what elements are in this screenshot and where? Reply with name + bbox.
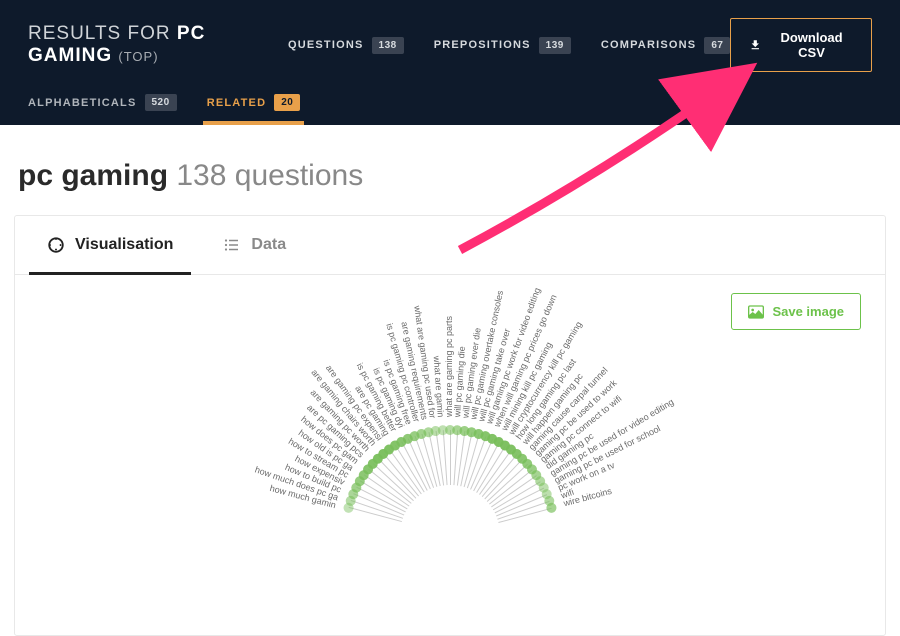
viz-spoke[interactable]: will cryptocurrency kill pc gaming xyxy=(450,535,451,536)
viz-spoke[interactable]: gaming pc be used to work xyxy=(450,535,451,536)
viz-spoke[interactable]: are gaming pc worth xyxy=(450,534,451,535)
download-csv-button[interactable]: Download CSV xyxy=(730,18,872,72)
viz-spoke[interactable]: did gaming pc xyxy=(450,535,451,536)
viz-spoke[interactable]: will happen gaming pc xyxy=(450,535,451,536)
viz-spoke[interactable]: how to stream pc xyxy=(450,534,451,535)
page-title: pc gaming 138 questions xyxy=(14,159,886,193)
subtab-related[interactable]: RELATED 20 xyxy=(207,94,301,125)
viz-spoke[interactable]: gaming pc be used for video editing xyxy=(450,535,451,536)
viz-spoke[interactable]: are pc gaming xyxy=(450,534,451,535)
viz-spoke[interactable]: how does pc gam xyxy=(450,534,451,535)
nav-prepositions[interactable]: PREPOSITIONS 139 xyxy=(434,37,571,54)
nav-questions[interactable]: QUESTIONS 138 xyxy=(288,37,404,54)
viz-spoke[interactable]: how old is pc ga xyxy=(450,534,451,535)
viz-spoke[interactable]: gaming pc connect to wifi xyxy=(450,535,451,536)
results-title: RESULTS FOR PC GAMING (TOP) xyxy=(28,23,268,67)
viz-spoke[interactable]: are gaming chairs worth xyxy=(450,534,451,535)
viz-spoke[interactable]: gaming cause carpal tunnel xyxy=(450,535,451,536)
radial-visualisation[interactable]: how much gamin how much does pc ga how t… xyxy=(130,215,770,636)
visualisation-icon xyxy=(47,236,65,254)
subtab-alphabeticals[interactable]: ALPHABETICALS 520 xyxy=(28,94,177,125)
download-icon xyxy=(749,38,762,52)
nav-comparisons[interactable]: COMPARISONS 67 xyxy=(601,37,731,54)
viz-spoke[interactable]: how long gaming pc last xyxy=(450,535,451,536)
viz-spoke[interactable]: are pc gaming pcs xyxy=(450,534,451,535)
viz-spoke[interactable]: are gaming pc expensi xyxy=(450,534,451,535)
